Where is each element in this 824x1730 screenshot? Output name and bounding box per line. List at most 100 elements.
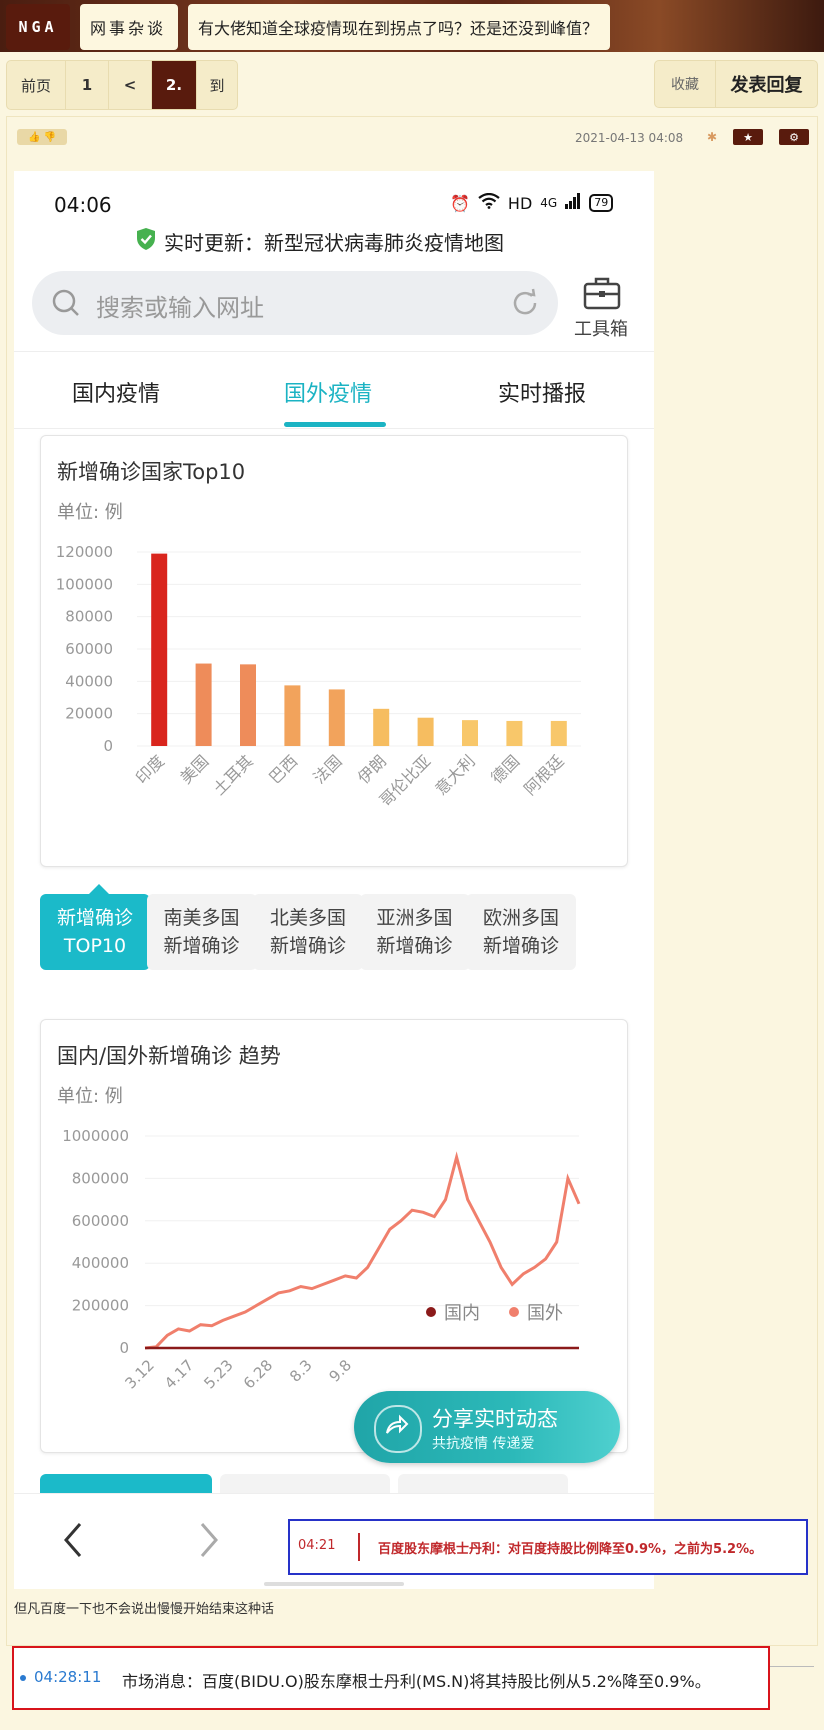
- legend-label-domestic: 国内: [444, 1303, 480, 1324]
- category-line1: 北美多国: [269, 907, 346, 929]
- y-tick-label: 20000: [65, 705, 113, 723]
- x-tick-label: 6.28: [240, 1356, 276, 1392]
- y-tick-label: 400000: [72, 1254, 129, 1272]
- y-tick-label: 200000: [72, 1297, 129, 1315]
- bar-意大利: [462, 720, 478, 746]
- toolbox-icon[interactable]: [582, 275, 622, 311]
- star-icon[interactable]: ★: [733, 129, 763, 145]
- page-1-button[interactable]: 1: [66, 61, 109, 109]
- share-button[interactable]: 分享实时动态 共抗疫情 传递爱: [354, 1391, 620, 1463]
- category-line1: 亚洲多国: [376, 907, 453, 929]
- x-tick-label: 土耳其: [209, 751, 256, 798]
- x-tick-label: 伊朗: [354, 751, 390, 787]
- post-date: 2021-04-13 04:08: [575, 131, 684, 145]
- search-bar[interactable]: 搜索或输入网址: [32, 271, 558, 335]
- category-button[interactable]: 北美多国 新增确诊: [253, 894, 363, 970]
- phone-screenshot: 04:06 ⏰ HD 4G 79 实时更新：新型冠状病毒肺炎疫情地图 搜索或输入…: [14, 171, 654, 1589]
- tab-overseas[interactable]: 国外疫情: [284, 376, 372, 408]
- news-flash-blue: 04:21 百度股东摩根士丹利：对百度持股比例降至0.9%，之前为5.2%。: [288, 1519, 808, 1575]
- y-tick-label: 800000: [72, 1169, 129, 1187]
- news-flash-red: 04:28:11 市场消息：百度(BIDU.O)股东摩根士丹利(MS.N)将其持…: [12, 1646, 770, 1710]
- category-pointer: [89, 884, 109, 894]
- timeline-dot: [20, 1675, 26, 1681]
- reply-button[interactable]: 发表回复: [716, 61, 817, 107]
- page-goto-button[interactable]: 到: [197, 61, 237, 109]
- status-icons: ⏰ HD 4G 79: [450, 192, 614, 213]
- bar-巴西: [284, 685, 301, 746]
- top10-card: 新增确诊国家Top10 单位: 例 0 20000 40000 60000 80000 1…: [40, 435, 628, 867]
- bar-chart: 0 20000 40000 60000 80000 100000 120000 印度 美国土耳其…: [56, 543, 581, 810]
- forward-arrow-icon[interactable]: [194, 1520, 224, 1560]
- page-current[interactable]: 2.: [152, 61, 197, 109]
- share-title: 分享实时动态: [432, 1407, 558, 1431]
- signal-icon: [565, 193, 581, 213]
- legend-label-overseas: 国外: [527, 1303, 563, 1324]
- post-comment: 但凡百度一下也不会说出慢慢开始结束这种话: [14, 1602, 275, 1617]
- thread-actions: 收藏 发表回复: [654, 60, 818, 108]
- category-button[interactable]: 新增确诊 TOP10: [40, 894, 150, 970]
- legend-dot-overseas: [509, 1307, 519, 1317]
- tab-live[interactable]: 实时播报: [498, 376, 586, 408]
- board-breadcrumb[interactable]: 网事杂谈: [80, 4, 178, 50]
- bar-哥伦比亚: [417, 717, 434, 746]
- vote-icons[interactable]: 👍 👎: [17, 129, 67, 145]
- y-tick-label: 40000: [65, 672, 113, 690]
- category-line2: TOP10: [63, 935, 127, 957]
- bar-德国: [506, 720, 523, 746]
- y-tick-label: 1000000: [62, 1127, 129, 1145]
- news-time: 04:21: [298, 1538, 336, 1553]
- tab-domestic[interactable]: 国内疫情: [72, 376, 160, 408]
- trend-card: 国内/国外新增确诊 趋势 单位: 例 0 200000 400000 600000 80…: [40, 1019, 628, 1453]
- x-tick-label: 8.3: [286, 1356, 316, 1386]
- signal-label: 4G: [540, 196, 558, 210]
- page-heading: 实时更新：新型冠状病毒肺炎疫情地图: [164, 231, 504, 255]
- toolbox-label[interactable]: 工具箱: [574, 315, 628, 341]
- hd-label: HD: [507, 193, 533, 213]
- y-tick-label: 600000: [72, 1212, 129, 1230]
- news-divider: [358, 1533, 360, 1561]
- bar-美国: [195, 663, 212, 746]
- search-placeholder[interactable]: 搜索或输入网址: [96, 288, 264, 323]
- page-prev-button[interactable]: <: [109, 61, 152, 109]
- pagination: 前页 1 < 2. 到: [6, 60, 238, 110]
- x-tick-label: 9.8: [326, 1356, 356, 1386]
- x-tick-label: 3.12: [121, 1356, 157, 1392]
- y-tick-label: 0: [103, 737, 113, 755]
- home-indicator: [264, 1582, 404, 1586]
- bar-土耳其: [240, 664, 256, 746]
- bar-印度: [151, 553, 168, 746]
- y-tick-label: 80000: [65, 608, 113, 626]
- back-arrow-icon[interactable]: [58, 1520, 88, 1560]
- news-text: 百度股东摩根士丹利：对百度持股比例降至0.9%，之前为5.2%。: [378, 1542, 763, 1557]
- y-tick-label: 100000: [56, 575, 113, 593]
- category-line2: 新增确诊: [163, 935, 240, 957]
- x-tick-label: 意大利: [431, 751, 478, 798]
- page-first-button[interactable]: 前页: [7, 61, 66, 109]
- category-line1: 南美多国: [163, 907, 240, 929]
- category-button[interactable]: 南美多国 新增确诊: [146, 894, 257, 970]
- category-line2: 新增确诊: [269, 935, 346, 957]
- timeline-line: [770, 1666, 814, 1667]
- partial-tabs: [40, 1474, 626, 1498]
- category-line1: 新增确诊: [56, 907, 133, 929]
- category-line2: 新增确诊: [376, 935, 453, 957]
- favorite-button[interactable]: 收藏: [655, 61, 716, 107]
- category-button[interactable]: 欧洲多国 新增确诊: [466, 894, 576, 970]
- x-tick-label: 美国: [176, 751, 212, 787]
- refresh-icon[interactable]: [510, 288, 540, 318]
- x-tick-label: 德国: [487, 751, 523, 787]
- x-tick-label: 阿根廷: [520, 751, 567, 798]
- legend-domestic: 国内: [426, 1299, 480, 1325]
- gear-icon[interactable]: ⚙: [779, 129, 809, 145]
- news-red-text: 市场消息：百度(BIDU.O)股东摩根士丹利(MS.N)将其持股比例从5.2%降…: [122, 1672, 711, 1691]
- legend-dot-domestic: [426, 1307, 436, 1317]
- thread-title[interactable]: 有大佬知道全球疫情现在到拐点了吗？还是还没到峰值？: [188, 4, 610, 50]
- tab-bar: 国内疫情 国外疫情 实时播报: [14, 351, 654, 429]
- bar-法国: [328, 689, 345, 746]
- share-subtitle: 共抗疫情 传递爱: [432, 1436, 535, 1452]
- x-tick-label: 5.23: [200, 1356, 236, 1392]
- x-tick-label: 印度: [132, 751, 168, 787]
- category-button[interactable]: 亚洲多国 新增确诊: [359, 894, 470, 970]
- forum-logo[interactable]: NGA: [6, 4, 70, 50]
- bar-伊朗: [373, 708, 390, 746]
